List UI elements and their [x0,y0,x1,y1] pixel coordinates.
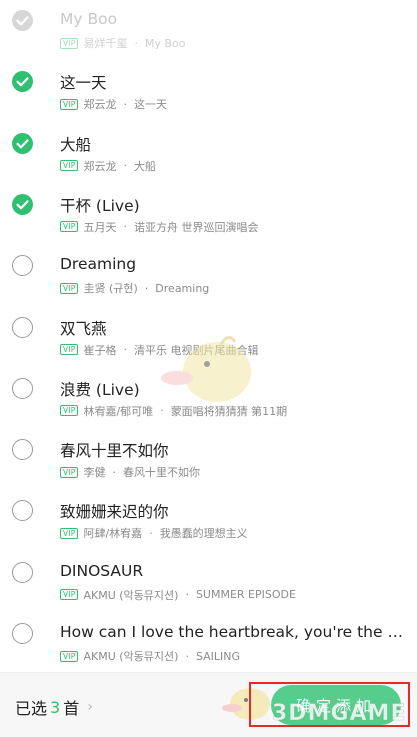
song-album: 大船 [133,159,156,173]
checkbox-unchecked[interactable] [12,623,33,644]
vip-badge: VIP [60,589,79,601]
check-icon [16,16,29,26]
checkbox-unchecked[interactable] [12,377,33,399]
separator-dot: · [134,36,138,50]
song-artist: AKMU (악동뮤지션) [83,650,179,663]
vip-badge: VIP [60,344,79,355]
song-row[interactable]: 这一天 VIP 郑云龙 · 这一天 [0,51,417,112]
separator-dot: · [123,159,127,173]
separator-dot: · [144,281,149,295]
song-subtitle: VIP 郑云龙 · 大船 [60,158,407,174]
song-artist: 圭贤 (규현) [83,282,138,296]
check-icon [16,200,29,210]
song-subtitle: VIP AKMU (악동뮤지션) · SUMMER EPISODE [60,587,407,603]
checkbox-unchecked[interactable] [12,439,33,461]
separator-dot: · [123,343,127,356]
separator-dot: · [123,97,127,111]
vip-badge: VIP [60,98,79,110]
song-title: Dreaming [60,255,137,274]
separator-dot: · [185,649,189,663]
song-artist: 阿肆/林宥嘉 [83,527,143,541]
song-artist: 郑云龙 [83,98,117,112]
vip-badge: VIP [60,527,79,539]
vip-badge: VIP [60,466,79,478]
song-row[interactable]: DINOSAUR VIP AKMU (악동뮤지션) · SUMMER EPISODE [0,542,417,603]
song-row[interactable]: 大船 VIP 郑云龙 · 大船 [0,113,417,174]
checkbox-unchecked[interactable] [12,316,33,338]
selected-count: 3 [50,697,61,717]
song-subtitle: VIP 易烊千玺 · My Boo [60,35,407,51]
song-title: My Boo [60,10,118,28]
vip-badge: VIP [60,37,79,49]
vip-badge: VIP [60,221,79,233]
separator-dot: · [123,220,127,234]
song-album: 诺亚方舟 世界巡回演唱会 [133,220,259,234]
selected-count-link[interactable]: 已选 3 首 › [15,695,93,719]
song-title: 干杯 (Live) [60,196,140,215]
check-icon [16,138,29,148]
vip-badge: VIP [60,650,79,662]
song-title: How can I love the heartbreak, you're th… [60,623,407,641]
song-row[interactable]: How can I love the heartbreak, you're th… [0,603,417,664]
song-album: SUMMER EPISODE [195,588,296,602]
song-album: SAILING [195,649,241,663]
song-artist: 林宥嘉/郁可唯 [83,404,154,418]
song-album: 春风十里不如你 [122,466,200,480]
song-row[interactable]: 致姗姗来迟的你 VIP 阿肆/林宥嘉 · 我愚蠢的理想主义 [0,480,417,541]
song-artist: AKMU (악동뮤지션) [83,588,179,602]
song-subtitle: VIP 李健 · 春风十里不如你 [60,464,407,480]
song-album: My Boo [144,36,186,50]
song-row[interactable]: 春风十里不如你 VIP 李健 · 春风十里不如你 [0,419,417,480]
song-title: 这一天 [60,74,107,93]
vip-badge: VIP [60,405,79,417]
song-subtitle: VIP 郑云龙 · 这一天 [60,96,407,112]
song-subtitle: VIP 阿肆/林宥嘉 · 我愚蠢的理想主义 [60,525,407,541]
song-subtitle: VIP 圭贤 (규현) · Dreaming [60,280,407,296]
song-artist: 郑云龙 [83,159,117,173]
chevron-right-icon: › [87,699,93,715]
vip-badge: VIP [60,282,79,294]
song-title: 大船 [60,135,92,154]
song-row[interactable]: Dreaming VIP 圭贤 (규현) · Dreaming [0,235,417,296]
selected-suffix: 首 [63,699,80,718]
song-artist: 李健 [83,466,106,480]
separator-dot: · [112,465,116,479]
checkbox-unchecked[interactable] [12,500,33,522]
song-subtitle: VIP AKMU (악동뮤지션) · SAILING [60,648,407,664]
checkbox-unchecked[interactable] [12,561,33,583]
checkbox-checked[interactable] [12,193,33,215]
checkbox-checked[interactable] [12,132,33,154]
song-row[interactable]: 干杯 (Live) VIP 五月天 · 诺亚方舟 世界巡回演唱会 [0,174,417,235]
song-title: DINOSAUR [60,561,144,580]
checkbox-unchecked[interactable] [12,255,33,277]
mascot-watermark-icon [161,336,251,402]
song-subtitle: VIP 五月天 · 诺亚方舟 世界巡回演唱会 [60,219,407,235]
separator-dot: · [149,526,153,540]
song-artist: 易烊千玺 [83,37,128,50]
song-album: Dreaming [155,281,210,295]
song-title: 致姗姗来迟的你 [60,503,169,522]
song-title: 春风十里不如你 [60,442,169,461]
song-artist: 五月天 [83,220,117,234]
song-row[interactable]: My Boo VIP 易烊千玺 · My Boo [0,0,417,51]
check-icon [16,77,29,87]
selected-prefix: 已选 [15,699,48,718]
song-album: 这一天 [133,98,167,112]
checkbox-checked[interactable] [12,71,33,93]
annotation-highlight-box [249,682,410,727]
song-album: 我愚蠢的理想主义 [159,527,248,541]
song-artist: 崔子格 [83,343,117,357]
vip-badge: VIP [60,160,79,172]
separator-dot: · [185,588,189,602]
checkbox-checked[interactable] [12,10,33,31]
